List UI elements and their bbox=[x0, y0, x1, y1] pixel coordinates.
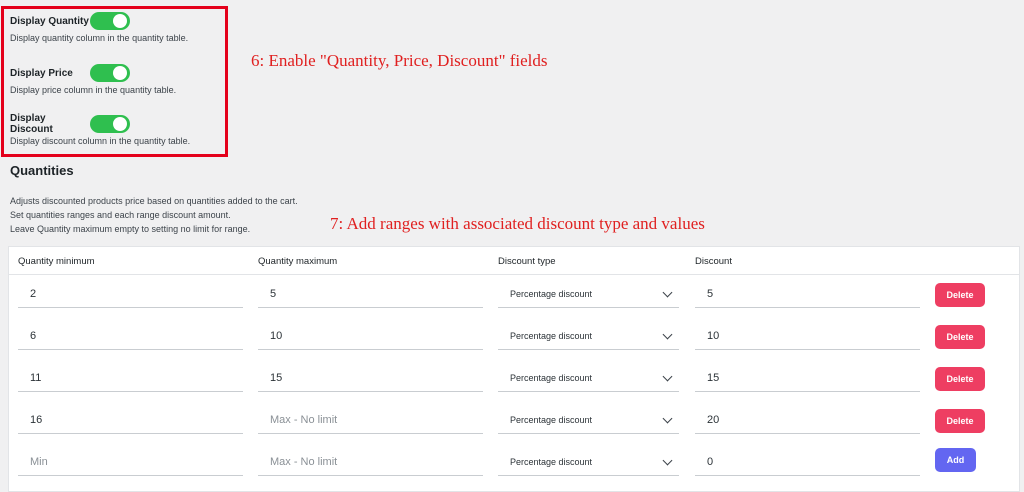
header-quantity-minimum: Quantity minimum bbox=[18, 256, 95, 267]
add-button[interactable]: Add bbox=[935, 448, 976, 472]
quantity-min-input[interactable]: 16 bbox=[18, 406, 243, 434]
setting-label: Display Discount bbox=[10, 113, 53, 135]
table-row: 2 5 Percentage discount 5 Delete bbox=[9, 274, 1019, 316]
display-quantity-toggle[interactable] bbox=[90, 12, 130, 30]
discount-type-select[interactable]: Percentage discount bbox=[498, 322, 679, 350]
quantity-max-input[interactable]: 5 bbox=[258, 280, 483, 308]
chevron-down-icon bbox=[662, 413, 673, 424]
new-quantity-max-input[interactable]: Max - No limit bbox=[258, 448, 483, 476]
discount-input[interactable]: 5 bbox=[695, 280, 920, 308]
setting-description: Display discount column in the quantity … bbox=[10, 136, 191, 146]
chevron-down-icon bbox=[662, 287, 673, 298]
discount-type-select[interactable]: Percentage discount bbox=[498, 406, 679, 434]
description-line: Leave Quantity maximum empty to setting … bbox=[10, 224, 251, 234]
quantity-max-input[interactable]: Max - No limit bbox=[258, 406, 483, 434]
annotation-step7: 7: Add ranges with associated discount t… bbox=[330, 214, 705, 233]
table-row: 6 10 Percentage discount 10 Delete bbox=[9, 316, 1019, 358]
new-range-row: Min Max - No limit Percentage discount 0… bbox=[9, 442, 1019, 484]
quantities-table: Quantity minimum Quantity maximum Discou… bbox=[8, 246, 1020, 492]
new-discount-input[interactable]: 0 bbox=[695, 448, 920, 476]
quantity-max-input[interactable]: 10 bbox=[258, 322, 483, 350]
new-quantity-min-input[interactable]: Min bbox=[18, 448, 243, 476]
chevron-down-icon bbox=[662, 455, 673, 466]
quantity-max-input[interactable]: 15 bbox=[258, 364, 483, 392]
annotation-step6: 6: Enable "Quantity, Price, Discount" fi… bbox=[251, 51, 548, 70]
discount-type-value: Percentage discount bbox=[510, 372, 593, 383]
delete-button[interactable]: Delete bbox=[935, 283, 985, 307]
delete-button[interactable]: Delete bbox=[935, 325, 985, 349]
header-quantity-maximum: Quantity maximum bbox=[258, 256, 338, 267]
quantity-min-input[interactable]: 6 bbox=[18, 322, 243, 350]
discount-input[interactable]: 15 bbox=[695, 364, 920, 392]
toggle-knob bbox=[113, 117, 127, 131]
discount-type-value: Percentage discount bbox=[510, 330, 593, 341]
quantity-min-input[interactable]: 2 bbox=[18, 280, 243, 308]
toggle-knob bbox=[113, 14, 127, 28]
discount-input[interactable]: 10 bbox=[695, 322, 920, 350]
table-row: 16 Max - No limit Percentage discount 20… bbox=[9, 400, 1019, 442]
quantity-min-input[interactable]: 11 bbox=[18, 364, 243, 392]
discount-type-value: Percentage discount bbox=[510, 288, 593, 299]
chevron-down-icon bbox=[662, 329, 673, 340]
setting-display-price: Display Price Display price column in th… bbox=[10, 63, 176, 95]
setting-description: Display quantity column in the quantity … bbox=[10, 33, 189, 43]
description-line: Adjusts discounted products price based … bbox=[10, 196, 298, 206]
quantities-title: Quantities bbox=[10, 163, 74, 178]
header-discount-type: Discount type bbox=[498, 256, 556, 267]
discount-type-select[interactable]: Percentage discount bbox=[498, 280, 679, 308]
discount-input[interactable]: 20 bbox=[695, 406, 920, 434]
setting-description: Display price column in the quantity tab… bbox=[10, 85, 177, 95]
header-discount: Discount bbox=[695, 256, 732, 267]
discount-type-select[interactable]: Percentage discount bbox=[498, 364, 679, 392]
table-header: Quantity minimum Quantity maximum Discou… bbox=[9, 247, 1019, 275]
setting-display-discount: Display Discount Display discount column… bbox=[10, 113, 191, 146]
setting-label: Display Price bbox=[10, 67, 73, 79]
setting-display-quantity: Display Quantity Display quantity column… bbox=[10, 11, 188, 43]
discount-type-value: Percentage discount bbox=[510, 414, 593, 425]
table-row: 11 15 Percentage discount 15 Delete bbox=[9, 358, 1019, 400]
setting-label: Display Quantity bbox=[10, 15, 89, 27]
display-discount-toggle[interactable] bbox=[90, 115, 130, 133]
delete-button[interactable]: Delete bbox=[935, 409, 985, 433]
quantities-description: Adjusts discounted products price based … bbox=[10, 194, 298, 236]
delete-button[interactable]: Delete bbox=[935, 367, 985, 391]
display-price-toggle[interactable] bbox=[90, 64, 130, 82]
chevron-down-icon bbox=[662, 371, 673, 382]
new-discount-type-select[interactable]: Percentage discount bbox=[498, 448, 679, 476]
description-line: Set quantities ranges and each range dis… bbox=[10, 210, 231, 220]
toggle-knob bbox=[113, 66, 127, 80]
discount-type-value: Percentage discount bbox=[510, 456, 593, 467]
